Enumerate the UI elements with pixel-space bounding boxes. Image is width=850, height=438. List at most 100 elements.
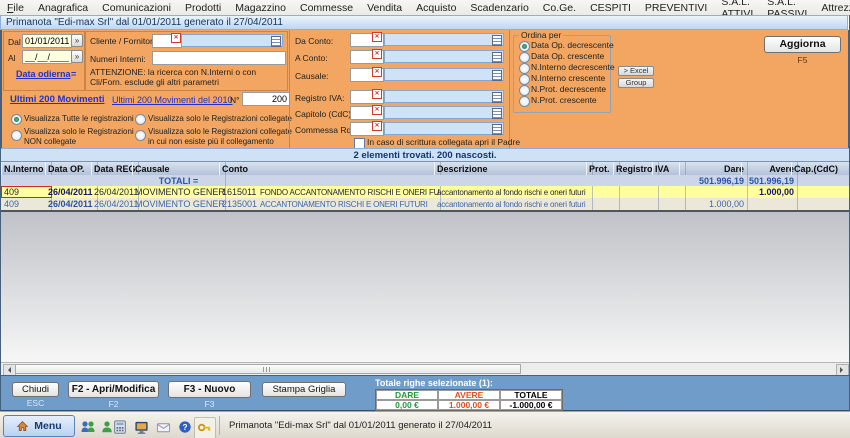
clear-cliente-icon[interactable]: ✕ [171,33,181,43]
menu-item-magazzino[interactable]: Magazzino [228,2,293,14]
dal-date-input[interactable] [22,34,72,48]
menu-item-file[interactable]: File [0,2,31,14]
table-row[interactable]: 409 26/04/2011 26/04/2011 MOVIMENTO GENE… [1,198,849,210]
scrollbar-thumb[interactable] [15,364,521,374]
radio-ninterno-decrescente[interactable] [519,63,530,74]
capitolo-cdc-lookup-icon[interactable] [492,108,502,119]
capitolo-cdc-field[interactable] [384,106,504,119]
apri-modifica-button[interactable]: F2 - Apri/Modifica [68,381,159,398]
column-header-descrizione[interactable]: Descrizione [434,162,593,176]
column-header-capcdc[interactable]: Cap.(CdC) [791,162,850,176]
cell-descrizione[interactable]: accantonamento al fondo rischi e oneri f… [434,198,593,210]
excel-button[interactable]: > Excel [618,66,654,76]
radio-nprot-decrescente-label[interactable]: N.Prot. decrescente [531,84,606,95]
radio-non-collegate[interactable] [11,130,22,141]
stampa-griglia-button[interactable]: Stampa Griglia [262,382,346,397]
cell-capcdc[interactable] [791,186,850,198]
menu-button[interactable]: Menu [3,415,75,437]
monitor-icon[interactable] [133,419,149,435]
clear-capitolo-cdc-icon[interactable]: ✕ [372,105,382,115]
dal-date-picker-button[interactable]: » [71,34,83,47]
menu-item-commesse[interactable]: Commesse [293,2,360,14]
group-button[interactable]: Group [618,78,654,88]
menu-item-attrezzature[interactable]: Attrezzature [814,2,850,14]
radio-solo-collegate-label[interactable]: Visualizza solo le Registrazioni collega… [148,114,292,124]
commessa-rdo-lookup-icon[interactable] [492,124,502,135]
numeri-interni-input[interactable] [152,51,286,65]
registro-iva-field[interactable] [384,90,504,103]
n-movimenti-input[interactable] [242,92,290,106]
ultimi-200-2010-link[interactable]: Ultimi 200 Movimenti del 2010 [112,95,233,105]
menu-item-scadenzario[interactable]: Scadenzario [463,2,535,14]
table-row-selected[interactable]: 409 26/04/2011 26/04/2011 MOVIMENTO GENE… [1,186,849,198]
cell-capcdc[interactable] [791,198,850,210]
cell-causale[interactable]: MOVIMENTO GENERICO [132,198,226,210]
radio-tutte-registrazioni[interactable] [11,114,22,125]
cell-conto[interactable]: 2135001 ACCANTONAMENTO RISCHI E ONERI FU… [219,198,441,210]
al-date-picker-button[interactable]: » [71,50,83,63]
registro-iva-lookup-icon[interactable] [492,92,502,103]
menu-item-coge[interactable]: Co.Ge. [536,2,583,14]
radio-dataop-decrescente[interactable] [519,41,530,52]
cell-causale[interactable]: MOVIMENTO GENERICO [132,186,226,198]
cell-dare[interactable] [679,186,748,198]
clear-registro-iva-icon[interactable]: ✕ [372,89,382,99]
column-header-conto[interactable]: Conto [219,162,441,176]
column-header-causale[interactable]: Causale [132,162,226,176]
cliente-name-field[interactable] [181,34,283,47]
help-icon[interactable]: ? [177,419,193,435]
causale-lookup-icon[interactable] [492,70,502,81]
commessa-rdo-field[interactable] [384,122,504,135]
menu-item-anagrafica[interactable]: Anagrafica [31,2,95,14]
radio-solo-collegate[interactable] [135,114,146,125]
horizontal-scrollbar[interactable] [1,362,849,376]
menu-item-prodotti[interactable]: Prodotti [178,2,228,14]
cell-conto[interactable]: 1615011 FONDO ACCANTONAMENTO RISCHI E ON… [219,186,441,198]
menu-item-acquisto[interactable]: Acquisto [409,2,463,14]
radio-collegate-senza-padre[interactable] [135,130,146,141]
radio-ninterno-crescente[interactable] [519,74,530,85]
clear-commessa-rdo-icon[interactable]: ✕ [372,121,382,131]
menu-item-comunicazioni[interactable]: Comunicazioni [95,2,178,14]
radio-nprot-crescente[interactable] [519,96,530,107]
a-conto-lookup-icon[interactable] [492,52,502,63]
data-odierna-link[interactable]: Data odierna [16,69,71,79]
radio-ninterno-crescente-label[interactable]: N.Interno crescente [531,73,605,84]
column-header-dare[interactable]: Dare [679,162,748,176]
radio-dataop-crescente[interactable] [519,52,530,63]
causale-field[interactable] [384,68,504,81]
users-icon[interactable] [80,419,96,435]
radio-collegate-senza-padre-label[interactable]: Visualizza solo le Registrazioni collega… [148,127,300,146]
radio-tutte-label[interactable]: Visualizza Tutte le registrazioni [24,114,134,124]
menu-item-preventivi[interactable]: PREVENTIVI [638,2,714,14]
da-conto-lookup-icon[interactable] [492,35,502,46]
apri-padre-label[interactable]: In caso di scrittura collegata apri il P… [367,137,520,148]
cell-descrizione[interactable]: accantonamento al fondo rischi e oneri f… [434,186,593,198]
aggiorna-button[interactable]: Aggiorna [764,36,841,53]
chiudi-button[interactable]: Chiudi [12,382,59,397]
radio-ninterno-decrescente-label[interactable]: N.Interno decrescente [531,62,615,73]
cell-avere[interactable] [741,198,798,210]
cell-dare[interactable]: 1.000,00 [679,198,748,210]
a-conto-field[interactable] [384,50,504,63]
equals-link[interactable]: = [71,69,76,79]
radio-dataop-decrescente-label[interactable]: Data Op. decrescente [531,40,614,51]
menu-item-cespiti[interactable]: CESPITI [583,2,638,14]
ultimi-200-link[interactable]: Ultimi 200 Movimenti [10,94,105,105]
cliente-lookup-icon[interactable] [271,36,281,47]
column-header-avere[interactable]: Avere [741,162,798,176]
clear-causale-icon[interactable]: ✕ [372,67,382,77]
radio-nprot-decrescente[interactable] [519,85,530,96]
menu-item-vendita[interactable]: Vendita [360,2,409,14]
cell-avere[interactable]: 1.000,00 [741,186,798,198]
nuovo-button[interactable]: F3 - Nuovo [168,381,251,398]
clear-a-conto-icon[interactable]: ✕ [372,49,382,59]
al-date-input[interactable] [22,50,72,64]
da-conto-field[interactable] [384,33,504,46]
radio-dataop-crescente-label[interactable]: Data Op. crescente [531,51,604,62]
radio-nprot-crescente-label[interactable]: N.Prot. crescente [531,95,597,106]
calculator-icon[interactable] [112,419,128,435]
mail-icon[interactable] [155,419,171,435]
key-icon[interactable] [196,419,212,435]
radio-non-collegate-label[interactable]: Visualizza solo le Registrazioni NON col… [24,127,146,146]
